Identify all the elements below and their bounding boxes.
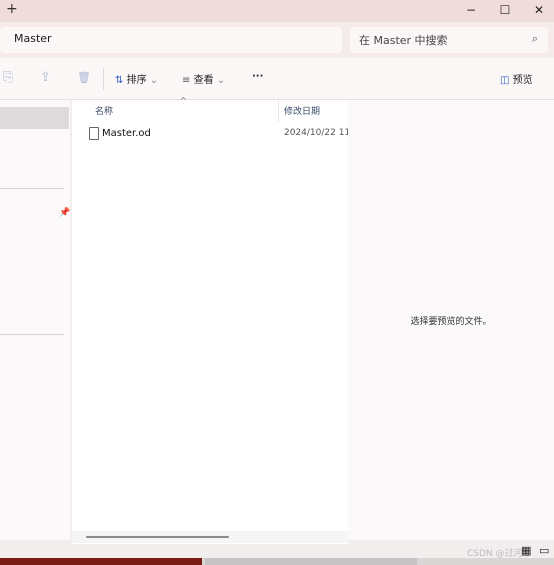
maximize-button[interactable]: ☐ — [488, 0, 522, 22]
copy-icon[interactable]: ⎘ — [3, 70, 13, 85]
navigation-pane: 📌 — [0, 100, 70, 540]
details-view-icon[interactable]: ▦ — [521, 544, 531, 557]
sort-label: 排序 — [126, 75, 147, 86]
new-tab-button[interactable]: + — [6, 1, 18, 17]
close-button[interactable]: ✕ — [522, 0, 554, 22]
more-options-button[interactable]: ··· — [252, 71, 263, 82]
sort-icon: ⇅ — [115, 75, 124, 86]
address-bar-area: Master 在 Master 中搜索 ⌕ — [0, 22, 554, 58]
column-header-modified[interactable]: 修改日期 — [284, 104, 320, 117]
preview-message: 选择要预览的文件。 — [410, 317, 492, 327]
view-label: 查看 — [193, 75, 214, 86]
preview-view-icon[interactable]: ▭ — [539, 544, 549, 557]
command-bar: ⎘ ⇪ 🗑 ⇅ 排序 ⌄ ≡ 查看 ⌄ ··· ◫ 预览 — [0, 58, 554, 100]
view-button[interactable]: ≡ 查看 ⌄ — [182, 71, 225, 86]
title-bar: + − ☐ ✕ — [0, 0, 554, 22]
sort-button[interactable]: ⇅ 排序 ⌄ — [115, 71, 158, 86]
file-row[interactable]: Master.od 2024/10/22 11 — [72, 124, 351, 144]
preview-pane-button[interactable]: ◫ 预览 — [500, 71, 533, 86]
nav-divider — [0, 334, 64, 335]
nav-item-selected[interactable] — [0, 107, 69, 129]
share-icon[interactable]: ⇪ — [40, 70, 51, 85]
nav-divider — [0, 188, 64, 189]
preview-label: 预览 — [512, 75, 533, 86]
address-bar[interactable]: Master — [0, 27, 342, 53]
pin-icon: 📌 — [59, 208, 71, 218]
search-placeholder: 在 Master 中搜索 — [359, 34, 448, 47]
search-input[interactable]: 在 Master 中搜索 ⌕ — [350, 27, 548, 53]
view-icon: ≡ — [182, 75, 191, 86]
taskbar-strip — [0, 558, 554, 565]
chevron-down-icon: ⌄ — [216, 75, 226, 86]
scrollbar-thumb[interactable] — [86, 536, 229, 538]
taskbar-app[interactable] — [0, 558, 202, 565]
delete-icon[interactable]: 🗑 — [77, 71, 91, 84]
sort-indicator-icon: ^ — [180, 96, 187, 105]
file-modified-date: 2024/10/22 11 — [284, 128, 351, 138]
minimize-button[interactable]: − — [454, 0, 488, 22]
search-icon: ⌕ — [531, 32, 538, 45]
address-path: Master — [14, 32, 52, 45]
taskbar-app[interactable] — [205, 558, 417, 565]
column-divider[interactable] — [278, 100, 279, 122]
file-name: Master.od — [102, 128, 151, 139]
preview-pane: 选择要预览的文件。 — [348, 100, 554, 540]
file-icon — [89, 127, 99, 140]
preview-icon: ◫ — [500, 75, 510, 86]
file-list: ^ 名称 修改日期 Master.od 2024/10/22 11 — [72, 96, 351, 544]
column-header-name[interactable]: 名称 — [95, 104, 113, 117]
horizontal-scrollbar[interactable] — [72, 531, 348, 543]
chevron-down-icon: ⌄ — [149, 75, 159, 86]
toolbar-divider — [103, 68, 104, 90]
